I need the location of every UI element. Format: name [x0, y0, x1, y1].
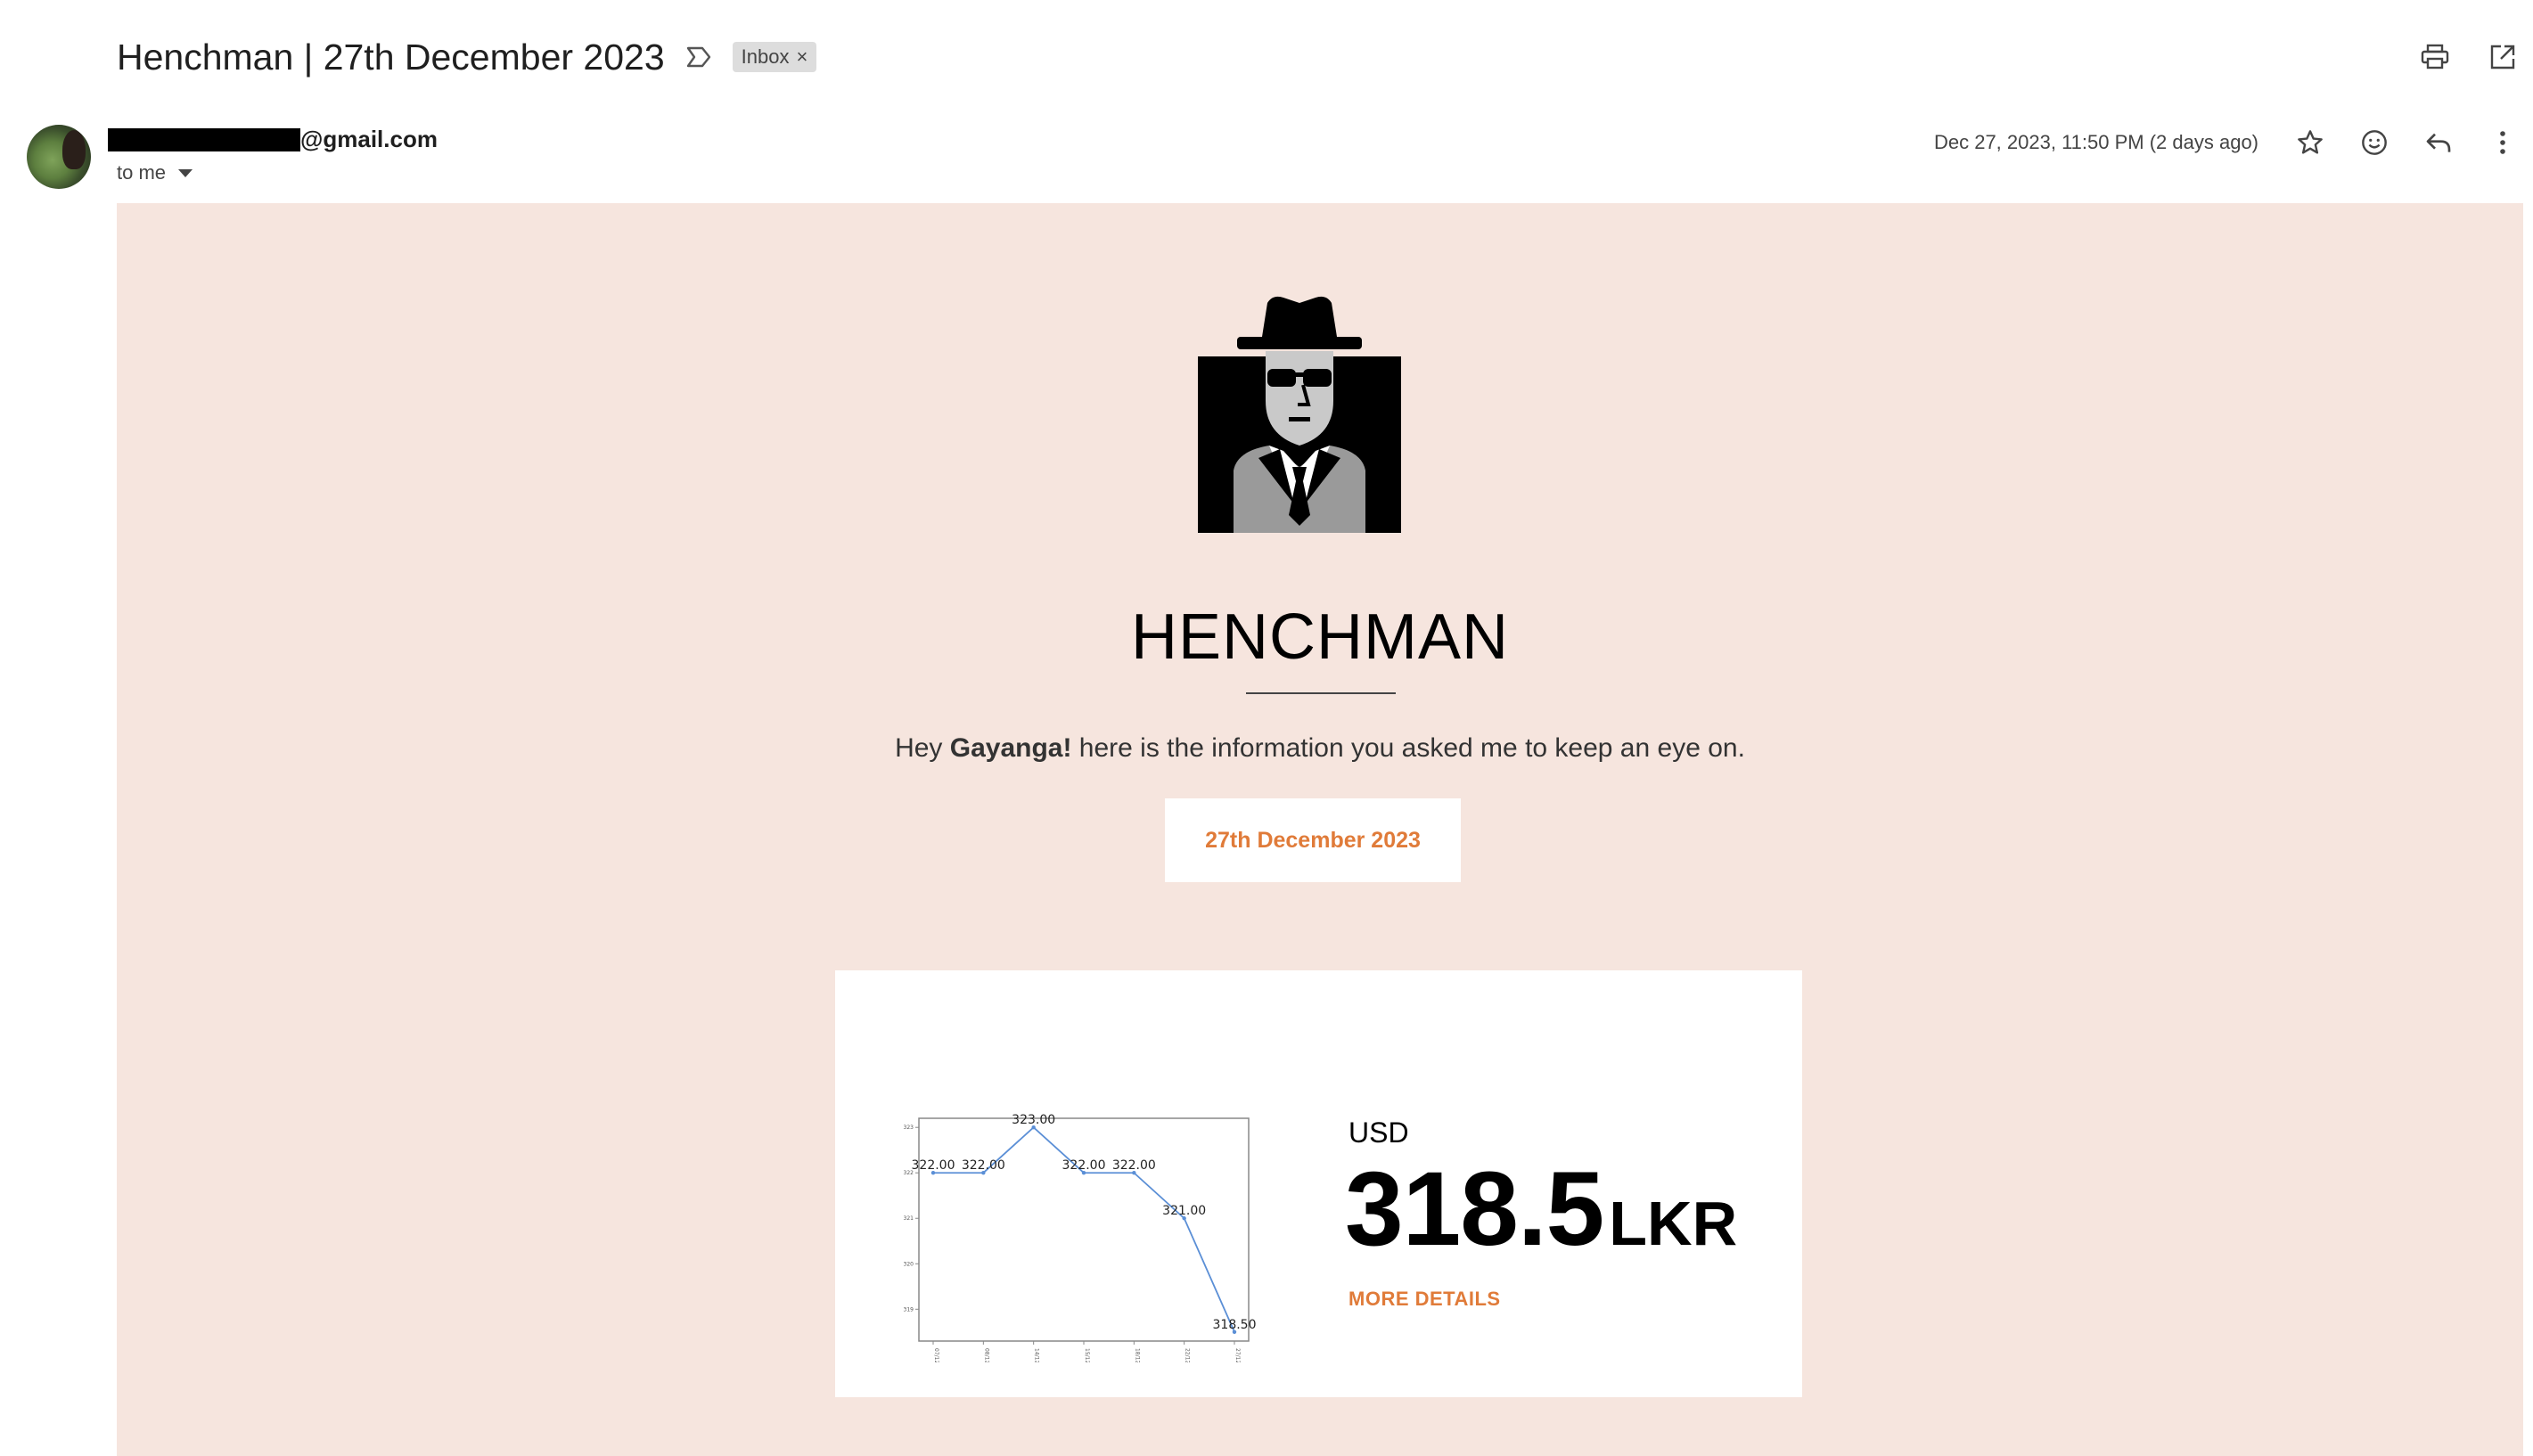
y-tick-label: 319: [904, 1306, 914, 1313]
subject-row: Henchman | 27th December 2023 Inbox ×: [117, 32, 817, 82]
rate-line-chart: 32332232132031907/12 08/12 14/12 15/12 18/12…: [904, 1113, 1257, 1363]
recipient-line[interactable]: to me: [117, 161, 193, 184]
more-details-link[interactable]: MORE DETAILS: [1348, 1288, 1501, 1311]
y-tick-label: 323: [904, 1125, 914, 1131]
rate-value: 318.5: [1345, 1150, 1604, 1268]
redacted-sender-name: [108, 127, 300, 151]
sender-email-domain: @gmail.com: [300, 126, 438, 152]
email-body: HENCHMAN Hey Gayanga! here is the inform…: [117, 203, 2523, 1456]
print-icon[interactable]: [2414, 36, 2456, 78]
x-tick-label: 22/12: [1185, 1348, 1191, 1362]
recipient-text: to me: [117, 161, 167, 184]
greeting-prefix: Hey: [895, 733, 950, 763]
data-label: 322.00: [912, 1158, 955, 1173]
data-label: 323.00: [1012, 1113, 1055, 1127]
currency-code: USD: [1348, 1117, 1409, 1149]
rate-card: 323 322 321 320 319 07/12 08/12 14/12 15/12 18/12…: [835, 970, 1802, 1397]
x-tick-label: 27/12: [1234, 1348, 1241, 1362]
y-tick-label: 321: [904, 1215, 914, 1222]
important-marker-icon[interactable]: [684, 43, 713, 71]
star-icon[interactable]: [2289, 121, 2332, 164]
emoji-reaction-icon[interactable]: [2353, 121, 2396, 164]
chevron-down-icon[interactable]: [178, 168, 193, 177]
x-tick-label: 08/12: [983, 1348, 989, 1362]
inbox-label-chip[interactable]: Inbox ×: [732, 42, 817, 72]
more-options-icon[interactable]: [2481, 121, 2524, 164]
rate-unit: LKR: [1609, 1189, 1738, 1258]
open-in-new-window-icon[interactable]: [2481, 36, 2524, 78]
email-subject: Henchman | 27th December 2023: [117, 36, 665, 78]
data-label: 318.50: [1213, 1318, 1257, 1332]
chart-frame: [918, 1117, 1250, 1342]
message-date: Dec 27, 2023, 11:50 PM (2 days ago): [1933, 131, 2258, 153]
report-date-button[interactable]: 27th December 2023: [1165, 798, 1461, 882]
remove-label-button[interactable]: ×: [796, 45, 807, 69]
label-text: Inbox: [741, 45, 790, 68]
greeting-name: Gayanga!: [949, 733, 1072, 763]
sender-line[interactable]: @gmail.com: [108, 126, 438, 153]
henchman-logo: [1198, 292, 1401, 533]
greeting-text: Hey Gayanga! here is the information you…: [117, 733, 2523, 764]
y-tick-label: 320: [904, 1261, 914, 1267]
x-tick-label: 15/12: [1084, 1348, 1090, 1362]
exchange-rate: 318.5 LKR: [1345, 1149, 1737, 1270]
sender-avatar[interactable]: [27, 125, 91, 189]
message-meta: Dec 27, 2023, 11:50 PM (2 days ago): [1934, 121, 2524, 164]
data-label: 322.00: [1112, 1158, 1156, 1173]
data-label: 321.00: [1162, 1204, 1206, 1218]
data-label: 322.00: [1062, 1158, 1106, 1173]
rate-chart: 323 322 321 320 319 07/12 08/12 14/12 15/12 18/12…: [899, 1104, 1257, 1363]
greeting-suffix: here is the information you asked me to …: [1071, 733, 1745, 763]
reply-icon[interactable]: [2417, 121, 2460, 164]
x-tick-label: 14/12: [1034, 1348, 1040, 1362]
top-actions: [2414, 36, 2524, 78]
title-divider: [1246, 692, 1396, 694]
data-label: 322.00: [962, 1158, 1005, 1173]
x-tick-label: 07/12: [933, 1348, 939, 1362]
x-tick-label: 18/12: [1134, 1348, 1140, 1362]
brand-title: HENCHMAN: [1130, 601, 1509, 673]
